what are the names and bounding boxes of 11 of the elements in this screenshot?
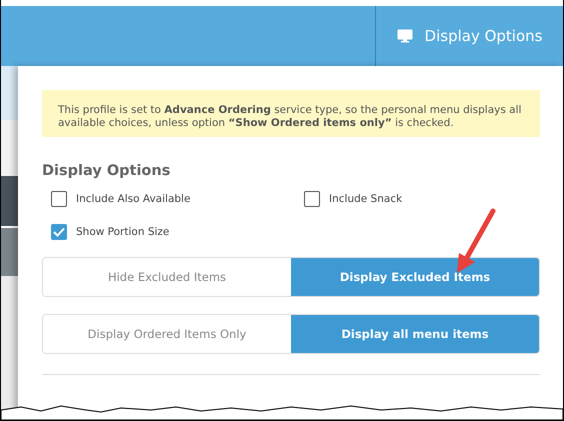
checkbox-label: Include Also Available	[76, 193, 190, 205]
monitor-icon	[396, 29, 413, 43]
toggle-option[interactable]: Display Excluded Items	[291, 258, 539, 296]
checkbox-label: Show Portion Size	[76, 226, 170, 238]
checkbox[interactable]	[304, 191, 320, 207]
section-title: Display Options	[42, 163, 172, 179]
info-notice: This profile is set to Advance Ordering service type, so the personal menu displays all available choices, unless option “Show Ordered items only” is checked.	[42, 90, 540, 137]
checkbox[interactable]	[51, 224, 67, 240]
toggle-option[interactable]: Display all menu items	[291, 315, 539, 353]
checkbox[interactable]	[51, 191, 67, 207]
checkbox-label: Include Snack	[329, 193, 402, 205]
